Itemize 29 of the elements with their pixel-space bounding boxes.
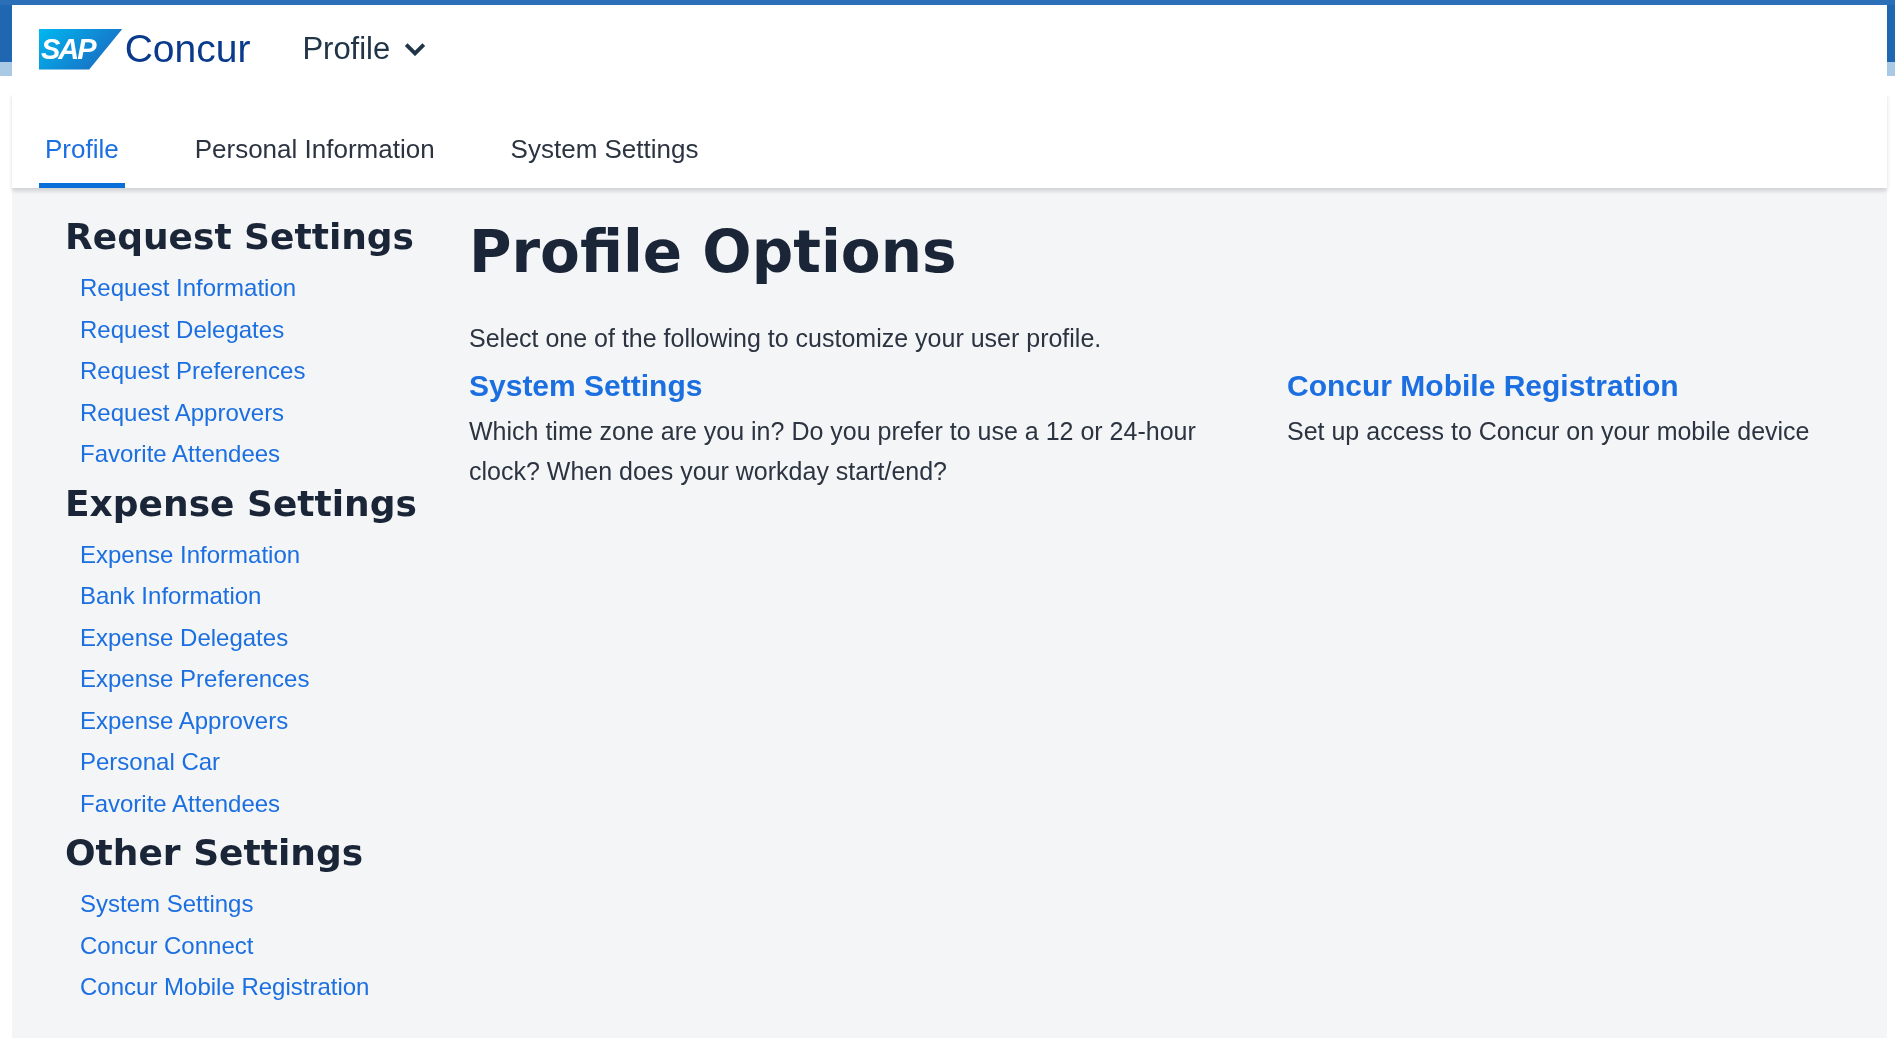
sidebar-link[interactable]: Request Delegates bbox=[80, 308, 285, 350]
sidebar-link[interactable]: Bank Information bbox=[80, 575, 262, 617]
option-description: Set up access to Concur on your mobile device bbox=[1287, 416, 1810, 447]
tab[interactable]: System Settings bbox=[504, 134, 705, 188]
section-heading: Expense Settings bbox=[65, 482, 417, 524]
intro-text: Select one of the following to customize your user profile. bbox=[469, 324, 1103, 353]
sidebar-link[interactable]: Expense Delegates bbox=[80, 616, 289, 658]
tab[interactable]: Personal Information bbox=[188, 134, 441, 188]
sidebar-link[interactable]: Expense Approvers bbox=[80, 699, 289, 741]
brand-name: Concur bbox=[124, 27, 251, 71]
page-title: Profile Options bbox=[469, 218, 958, 286]
sidebar-link[interactable]: Personal Car bbox=[80, 741, 221, 783]
sidebar-link[interactable]: Request Information bbox=[80, 267, 297, 309]
sidebar-link[interactable]: Expense Information bbox=[80, 533, 301, 575]
sidebar-link[interactable]: System Settings bbox=[80, 883, 254, 925]
sidebar-link[interactable]: Request Approvers bbox=[80, 391, 285, 433]
sidebar-link[interactable]: Concur Mobile Registration bbox=[80, 966, 370, 1008]
profile-menu-button[interactable]: Profile bbox=[302, 31, 427, 67]
sidebar-link[interactable]: Favorite Attendees bbox=[80, 782, 281, 824]
sidebar-link[interactable]: Expense Preferences bbox=[80, 658, 310, 700]
option-description: Which time zone are you in? Do you prefer to use a 12 or 24-hour clock? When does your workday start/end? bbox=[469, 416, 1197, 487]
sidebar-link[interactable]: Concur Connect bbox=[80, 924, 254, 966]
sidebar-link[interactable]: Favorite Attendees bbox=[80, 433, 281, 475]
option-link[interactable]: System Settings bbox=[469, 369, 703, 403]
option-link[interactable]: Concur Mobile Registration bbox=[1287, 369, 1679, 403]
logo-mark: SAP bbox=[39, 28, 123, 70]
section-heading: Request Settings bbox=[65, 216, 415, 257]
section-heading: Other Settings bbox=[65, 832, 364, 873]
sidebar-link[interactable]: Request Preferences bbox=[80, 350, 306, 392]
